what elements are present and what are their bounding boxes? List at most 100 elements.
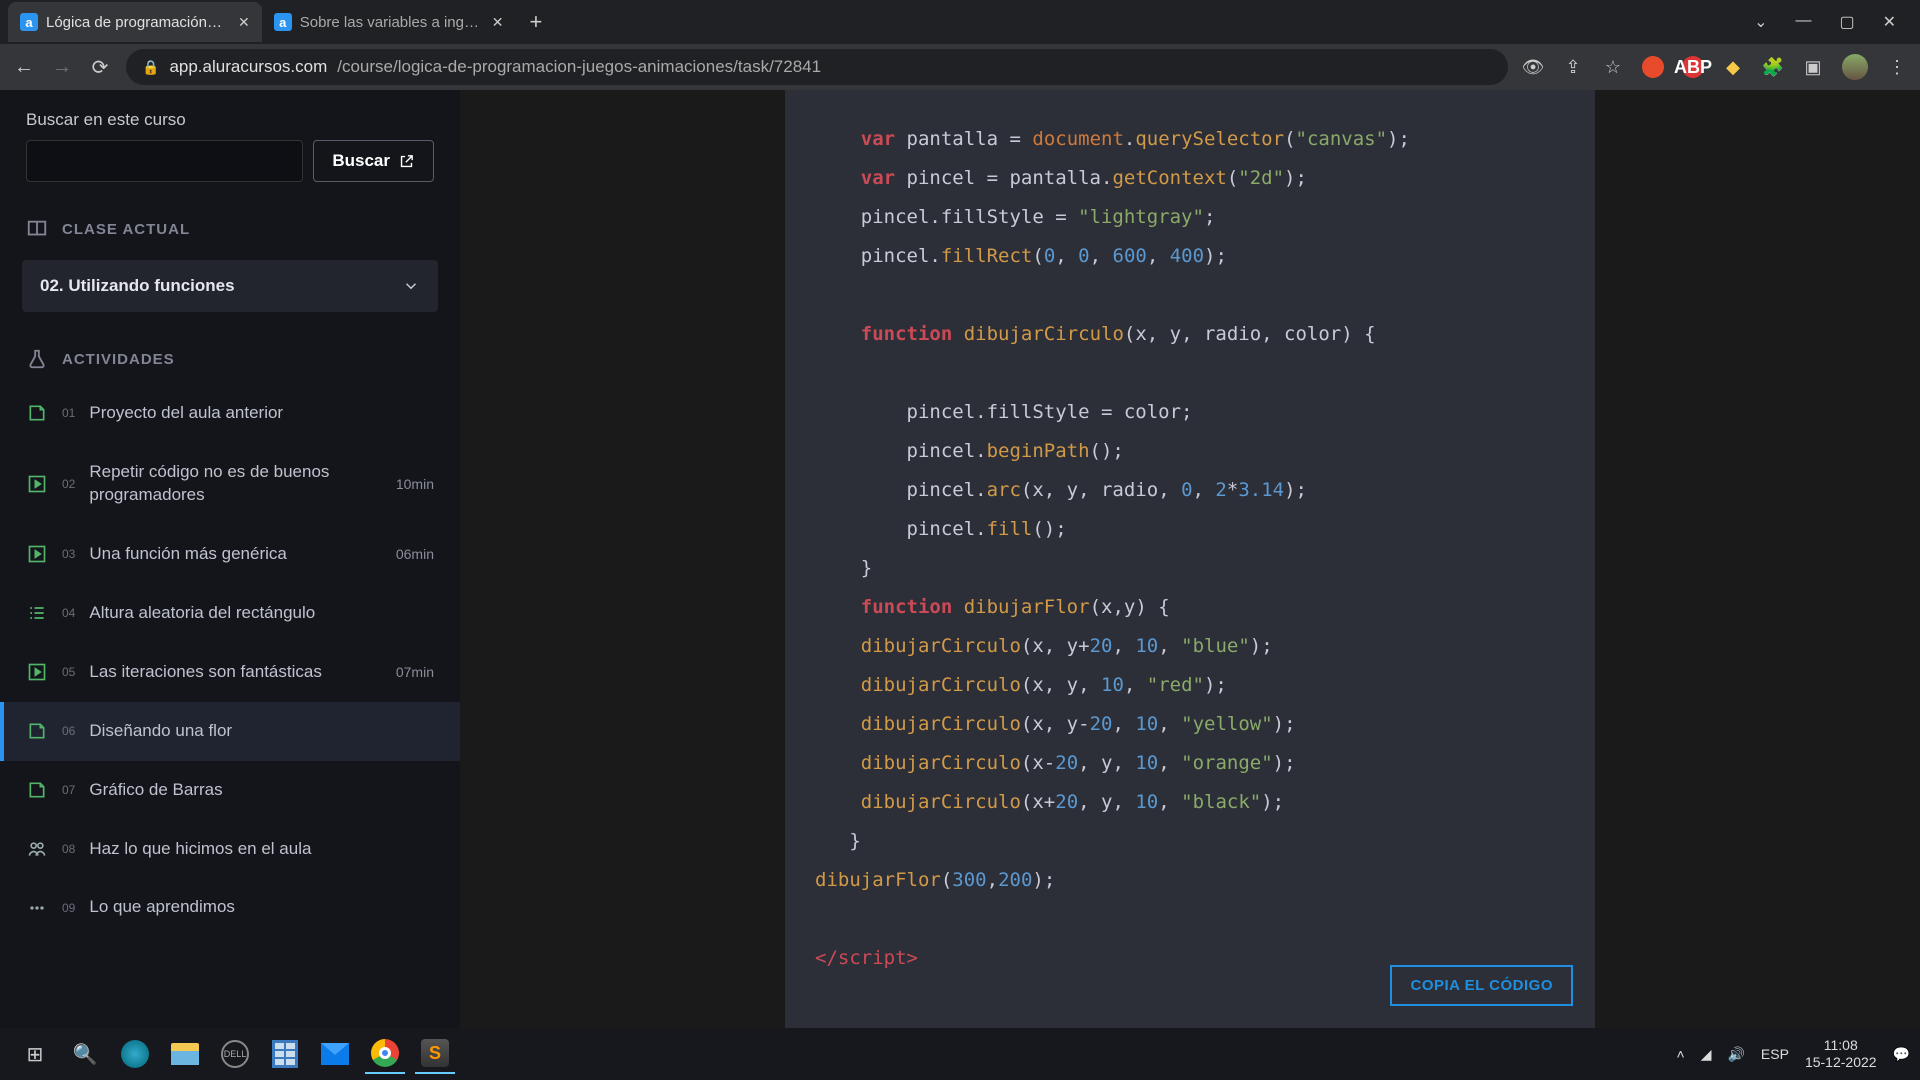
activity-item[interactable]: 06Diseñando una flor (0, 702, 460, 761)
search-label: Buscar en este curso (0, 110, 460, 140)
menu-icon[interactable]: ⋮ (1886, 56, 1908, 78)
browser-tab[interactable]: a Sobre las variables a ingresar par ✕ (262, 2, 516, 42)
activity-number: 05 (62, 665, 75, 679)
reload-button[interactable]: ⟳ (88, 55, 112, 80)
flask-icon (26, 348, 48, 370)
extensions-icon[interactable]: 🧩 (1762, 56, 1784, 78)
activity-number: 02 (62, 477, 75, 491)
close-icon[interactable]: ✕ (492, 14, 504, 31)
activity-item[interactable]: 03 Una función más genérica 06min (0, 525, 460, 584)
extension-icon[interactable] (1642, 56, 1664, 78)
activity-duration: 10min (396, 476, 434, 492)
activity-label: Las iteraciones son fantásticas (89, 661, 382, 684)
windows-taskbar: ⊞ 🔍 DELL S ˄ ◢ 🔊 ESP 11:08 15-12-2022 💬 (0, 1028, 1920, 1080)
wifi-icon[interactable]: ◢ (1701, 1046, 1712, 1063)
system-tray: ˄ ◢ 🔊 ESP 11:08 15-12-2022 💬 (1677, 1037, 1910, 1072)
lock-icon: 🔒 (142, 59, 159, 76)
profile-avatar[interactable] (1842, 54, 1868, 80)
forward-button[interactable]: → (50, 56, 74, 79)
language-indicator[interactable]: ESP (1761, 1046, 1789, 1062)
activity-label: Proyecto del aula anterior (89, 402, 434, 425)
window-minimize-icon[interactable]: — (1795, 12, 1811, 32)
activity-item[interactable]: 08Haz lo que hicimos en el aula (0, 820, 460, 879)
volume-icon[interactable]: 🔊 (1727, 1046, 1744, 1063)
activity-number: 07 (62, 783, 75, 797)
activity-number: 01 (62, 406, 75, 420)
window-maximize-icon[interactable]: ▢ (1839, 12, 1854, 32)
favicon-icon: a (274, 13, 292, 31)
share-icon[interactable]: ⇪ (1562, 56, 1584, 78)
start-button[interactable]: ⊞ (15, 1034, 55, 1074)
close-icon[interactable]: ✕ (238, 14, 250, 31)
tray-chevron-icon[interactable]: ˄ (1677, 1046, 1685, 1062)
incognito-icon[interactable]: 👁 (1522, 56, 1544, 78)
tab-title: Lógica de programación: Practica (46, 14, 226, 31)
extension-icon[interactable]: ◆ (1722, 56, 1744, 78)
activity-item[interactable]: 07Gráfico de Barras (0, 761, 460, 820)
code-pre: var pantalla = document.querySelector("c… (815, 120, 1565, 978)
activity-item[interactable]: 01 Proyecto del aula anterior (0, 384, 460, 443)
activity-duration: 06min (396, 546, 434, 562)
class-title: 02. Utilizando funciones (40, 276, 235, 296)
external-link-icon (398, 153, 415, 170)
main-content: var pantalla = document.querySelector("c… (460, 90, 1920, 1028)
activity-type-icon (26, 898, 48, 918)
calculator-icon[interactable] (265, 1034, 305, 1074)
clock-date: 15-12-2022 (1805, 1054, 1877, 1072)
sidepanel-icon[interactable]: ▣ (1802, 56, 1824, 78)
url-path: /course/logica-de-programacion-juegos-an… (337, 57, 821, 77)
section-label: CLASE ACTUAL (62, 221, 190, 238)
activity-label: Repetir código no es de buenos programad… (89, 461, 382, 507)
code-block: var pantalla = document.querySelector("c… (785, 90, 1595, 1028)
search-button-label: Buscar (332, 151, 390, 171)
file-explorer-icon[interactable] (165, 1034, 205, 1074)
activity-type-icon (26, 721, 48, 741)
activity-type-icon (26, 662, 48, 682)
activity-type-icon (26, 839, 48, 859)
activity-duration: 07min (396, 664, 434, 680)
activity-type-icon (26, 544, 48, 564)
tab-search-icon[interactable]: ⌄ (1754, 12, 1767, 32)
clock[interactable]: 11:08 15-12-2022 (1805, 1037, 1877, 1072)
activity-number: 04 (62, 606, 75, 620)
activity-label: Lo que aprendimos (89, 896, 434, 919)
book-icon (26, 218, 48, 240)
section-header-activities: ACTIVIDADES (0, 334, 460, 384)
activity-item[interactable]: 04 Altura aleatoria del rectángulo (0, 584, 460, 643)
address-bar: ← → ⟳ 🔒 app.aluracursos.com/course/logic… (0, 44, 1920, 90)
sublime-icon[interactable]: S (415, 1034, 455, 1074)
notifications-icon[interactable]: 💬 (1893, 1046, 1910, 1063)
activity-number: 03 (62, 547, 75, 561)
adblock-icon[interactable]: ABP (1682, 56, 1704, 78)
activity-type-icon (26, 780, 48, 800)
browser-tab-active[interactable]: a Lógica de programación: Practica ✕ (8, 2, 262, 42)
window-close-icon[interactable]: ✕ (1883, 12, 1896, 32)
activity-number: 06 (62, 724, 75, 738)
activity-item[interactable]: 05 Las iteraciones son fantásticas 07min (0, 643, 460, 702)
browser-tab-bar: a Lógica de programación: Practica ✕ a S… (0, 0, 1920, 44)
search-button[interactable]: Buscar (313, 140, 434, 182)
chrome-icon[interactable] (365, 1034, 405, 1074)
back-button[interactable]: ← (12, 56, 36, 79)
current-class-row[interactable]: 02. Utilizando funciones (22, 260, 438, 312)
dell-icon[interactable]: DELL (215, 1034, 255, 1074)
copy-code-button[interactable]: COPIA EL CÓDIGO (1390, 965, 1573, 1006)
activity-item[interactable]: 02 Repetir código no es de buenos program… (0, 443, 460, 525)
mail-icon[interactable] (315, 1034, 355, 1074)
url-host: app.aluracursos.com (169, 57, 327, 77)
activity-label: Una función más genérica (89, 543, 382, 566)
activity-type-icon (26, 474, 48, 494)
chevron-down-icon (402, 277, 420, 295)
clock-time: 11:08 (1805, 1037, 1877, 1055)
search-input[interactable] (26, 140, 303, 182)
activity-type-icon (26, 603, 48, 623)
activity-label: Altura aleatoria del rectángulo (89, 602, 434, 625)
course-sidebar: Buscar en este curso Buscar CLASE ACTUAL… (0, 90, 460, 1028)
url-input[interactable]: 🔒 app.aluracursos.com/course/logica-de-p… (126, 49, 1508, 85)
activity-number: 08 (62, 842, 75, 856)
edge-icon[interactable] (115, 1034, 155, 1074)
new-tab-button[interactable]: + (515, 9, 556, 35)
bookmark-icon[interactable]: ☆ (1602, 56, 1624, 78)
activity-item[interactable]: 09Lo que aprendimos (0, 878, 460, 937)
search-icon[interactable]: 🔍 (65, 1034, 105, 1074)
